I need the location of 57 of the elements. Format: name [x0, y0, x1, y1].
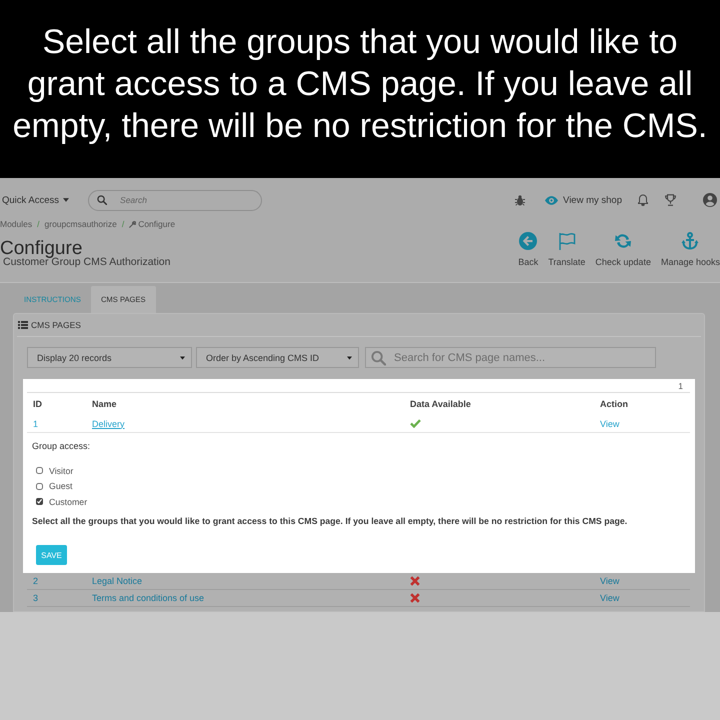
page-link[interactable]: 1: [678, 380, 683, 390]
caption-text: Select all the groups that you would like to grant access to a CMS page. If you leave all empty, there will be no restriction for the CMS.: [12, 22, 708, 147]
quick-access-button[interactable]: Quick Access: [0, 194, 70, 206]
checkbox[interactable]: [36, 467, 43, 474]
flag-icon: [558, 232, 576, 250]
view-link[interactable]: View: [600, 576, 620, 586]
display-select[interactable]: Display 20 records: [27, 347, 192, 368]
back-arrow-icon: [519, 232, 538, 250]
search-icon: [371, 350, 386, 365]
panel-title: CMS PAGES: [31, 320, 81, 330]
column-header: Data Available: [409, 399, 472, 409]
page-name-link[interactable]: Legal Notice: [92, 576, 142, 586]
caret-down-icon: [180, 356, 185, 360]
search-icon: [97, 195, 108, 205]
toolbar-button[interactable]: Check update: [595, 232, 651, 282]
list-icon: [18, 321, 28, 329]
checkbox[interactable]: [36, 498, 43, 506]
breadcrumb-link[interactable]: Modules: [0, 219, 32, 229]
toolbar-button[interactable]: Manage hooks: [660, 232, 720, 282]
group-access-label: Group access:: [32, 440, 90, 453]
toolbar-button[interactable]: Back: [518, 232, 538, 282]
help-text: Select all the groups that you would like to grant access to this CMS page. If you leave all empty, there will be no restriction for this CMS page.: [32, 514, 628, 526]
bug-icon: [515, 194, 526, 206]
view-link[interactable]: View: [600, 418, 620, 428]
trophy-icon[interactable]: [665, 194, 676, 206]
bell-icon[interactable]: [638, 194, 648, 206]
checkbox[interactable]: [36, 482, 43, 490]
view-link[interactable]: View: [600, 593, 620, 603]
row-id-link[interactable]: 3: [33, 593, 38, 603]
breadcrumb-separator: /: [37, 219, 40, 229]
column-header: Action: [599, 399, 629, 409]
page-title: Configure: [0, 239, 82, 259]
row-id-link[interactable]: 2: [33, 576, 38, 586]
refresh-icon: [614, 232, 632, 250]
wrench-icon: [129, 220, 136, 228]
save-button[interactable]: SAVE: [36, 545, 67, 565]
anchor-icon: [681, 232, 700, 250]
checkbox-label: Guest: [49, 481, 72, 492]
breadcrumb-link[interactable]: groupcmsauthorize: [44, 219, 117, 229]
caret-down-icon: [63, 198, 70, 202]
page-search-field[interactable]: Search for CMS page names...: [365, 347, 656, 368]
page-name-link[interactable]: Terms and conditions of use: [92, 593, 204, 603]
order-select[interactable]: Order by Ascending CMS ID: [196, 347, 359, 368]
row-id-link[interactable]: 1: [33, 418, 38, 428]
column-header: ID: [32, 399, 43, 409]
breadcrumb-current: Configure: [138, 219, 176, 229]
caret-down-icon: [347, 356, 352, 360]
view-shop-link[interactable]: View my shop: [545, 194, 622, 206]
search-field[interactable]: Search: [88, 190, 262, 210]
checkbox-label: Visitor: [49, 466, 74, 476]
breadcrumb-separator: /: [122, 219, 124, 229]
toolbar-button[interactable]: Translate: [548, 232, 586, 282]
page-name-link[interactable]: Delivery: [92, 418, 125, 428]
user-icon[interactable]: [703, 193, 717, 207]
column-header: Name: [91, 399, 118, 409]
checkbox-label: Customer: [49, 496, 88, 507]
eye-icon: [545, 196, 558, 204]
